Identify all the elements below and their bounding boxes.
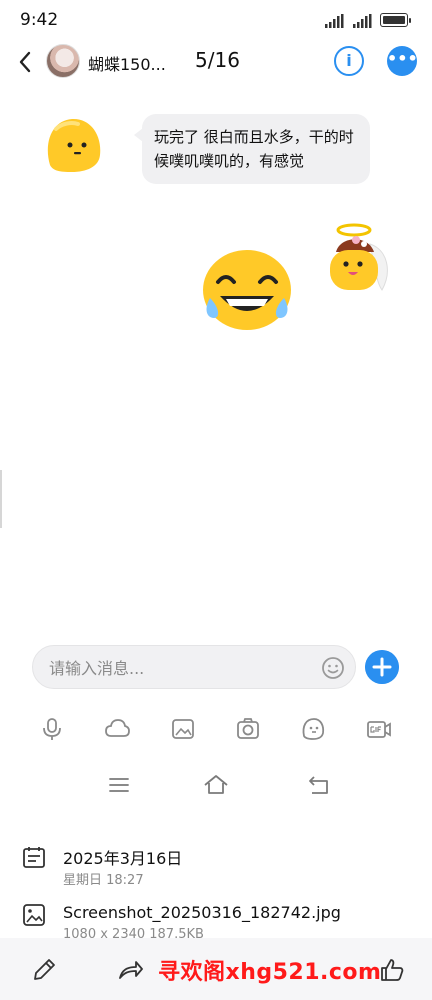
like-icon[interactable] bbox=[378, 956, 406, 984]
angel-emoji-sticker[interactable] bbox=[326, 222, 392, 294]
message-input[interactable] bbox=[47, 646, 319, 690]
image-counter: 5/16 bbox=[195, 48, 240, 72]
signal-icon bbox=[325, 14, 344, 28]
file-name: Screenshot_20250316_182742.jpg bbox=[63, 903, 341, 922]
back-icon[interactable] bbox=[306, 772, 332, 798]
contact-avatar[interactable] bbox=[46, 44, 80, 78]
image-file-icon bbox=[23, 904, 45, 926]
status-time: 9:42 bbox=[20, 10, 59, 30]
sticker-icon[interactable] bbox=[300, 716, 326, 742]
incoming-message-text: 玩完了 很白而且水多，干的时候噗叽噗叽的，有感觉 bbox=[154, 128, 354, 170]
share-icon[interactable] bbox=[116, 956, 144, 984]
signal-icon-2 bbox=[353, 14, 372, 28]
plus-icon[interactable] bbox=[365, 650, 399, 684]
cloud-icon[interactable] bbox=[104, 716, 130, 742]
menu-icon[interactable] bbox=[106, 772, 132, 798]
status-bar: 9:42 bbox=[0, 0, 432, 40]
scroll-edge bbox=[0, 470, 2, 528]
info-button[interactable]: i bbox=[334, 46, 364, 76]
file-date: 2025年3月16日 bbox=[63, 849, 183, 868]
microphone-icon[interactable] bbox=[39, 716, 65, 742]
image-icon[interactable] bbox=[170, 716, 196, 742]
camera-icon[interactable] bbox=[235, 716, 261, 742]
smile-icon[interactable] bbox=[321, 656, 345, 680]
battery-icon bbox=[380, 13, 411, 27]
file-day-time: 星期日 18:27 bbox=[63, 873, 144, 888]
yellow-blob-avatar-icon bbox=[47, 118, 101, 172]
home-icon[interactable] bbox=[203, 772, 229, 798]
calendar-icon bbox=[23, 847, 45, 868]
more-icon: ••• bbox=[387, 49, 418, 68]
edit-icon[interactable] bbox=[30, 956, 58, 984]
watermark-text: 寻欢阁xhg521.com bbox=[158, 960, 382, 985]
laughing-tears-emoji[interactable] bbox=[200, 246, 294, 332]
gif-icon[interactable] bbox=[366, 716, 392, 742]
back-arrow-icon[interactable] bbox=[12, 48, 40, 76]
chat-header: 蝴蝶150... 5/16 i ••• bbox=[0, 40, 432, 84]
info-icon: i bbox=[346, 51, 352, 70]
contact-name[interactable]: 蝴蝶150... bbox=[88, 51, 166, 75]
incoming-message-bubble[interactable]: 玩完了 很白而且水多，干的时候噗叽噗叽的，有感觉 bbox=[134, 114, 370, 184]
more-button[interactable]: ••• bbox=[387, 46, 418, 76]
message-input-box[interactable] bbox=[32, 645, 356, 690]
